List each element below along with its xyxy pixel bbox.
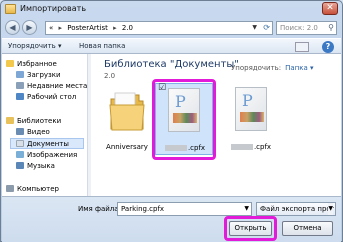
sidebar-label: Документы	[27, 140, 69, 148]
selection-highlight	[152, 79, 216, 160]
sidebar-label: Музыка	[27, 162, 55, 170]
blurred-name	[230, 144, 253, 150]
address-overflow-icon[interactable]: «	[49, 24, 53, 32]
file-label: .cpfx	[221, 143, 281, 151]
arrange-dropdown[interactable]: Папка ▾	[285, 64, 313, 72]
sidebar-label: Компьютер	[17, 185, 59, 193]
close-button[interactable]: ✕	[322, 2, 338, 15]
libraries-icon	[6, 117, 14, 124]
arrange-by: Упорядочить: Папка ▾	[231, 64, 314, 72]
thumbnail-photos-icon	[240, 112, 264, 122]
sidebar-label: Библиотеки	[17, 117, 62, 125]
refresh-icon[interactable]: ⟳	[263, 22, 270, 34]
filename-label: Имя файла:	[78, 205, 121, 213]
chevron-right-icon[interactable]: ▸	[113, 24, 117, 32]
folder-item[interactable]: Anniversary	[97, 83, 157, 155]
navigation-bar: ◀ ▶ « ▸ PosterArtist ▸ 2.0 ▼ ⟳ Поиск: 2.…	[1, 18, 342, 38]
filename-input[interactable]: Parking.cpfx ▼	[117, 202, 252, 216]
sidebar-item-favorites[interactable]: Избранное	[6, 59, 57, 70]
forward-button[interactable]: ▶	[22, 20, 37, 35]
search-icon[interactable]: ⚲	[328, 22, 334, 34]
sidebar-item-video[interactable]: Видео	[16, 127, 50, 138]
import-dialog: Импортировать ✕ ◀ ▶ « ▸ PosterArtist ▸ 2…	[0, 0, 343, 242]
documents-icon	[16, 140, 24, 147]
title-bar: Импортировать ✕	[1, 1, 342, 18]
chevron-down-icon[interactable]: ▼	[328, 203, 333, 215]
star-icon	[6, 60, 14, 67]
command-toolbar: Упорядочить ▾ Новая папка ?	[2, 38, 341, 54]
sidebar-label: Избранное	[17, 60, 57, 68]
chevron-down-icon[interactable]: ▼	[244, 203, 249, 215]
organize-button[interactable]: Упорядочить ▾	[8, 42, 62, 50]
downloads-icon	[16, 71, 24, 78]
sidebar-label: Рабочий стол	[27, 93, 77, 101]
chevron-down-icon[interactable]: ▼	[252, 22, 257, 34]
sidebar-item-downloads[interactable]: Загрузки	[16, 70, 61, 81]
file-type-select[interactable]: Файл экспорта программы Р ▼	[256, 202, 336, 216]
chevron-right-icon[interactable]: ▸	[59, 24, 63, 32]
computer-icon	[6, 185, 14, 192]
posterartist-logo-icon: P	[242, 91, 253, 110]
file-label: Anniversary	[106, 143, 148, 151]
navigation-pane: Избранное Загрузки Недавние места Рабочи…	[2, 54, 88, 196]
folder-icon	[109, 92, 145, 131]
back-button[interactable]: ◀	[5, 20, 20, 35]
file-type-value: Файл экспорта программы Р	[260, 205, 335, 213]
search-placeholder: Поиск: 2.0	[280, 24, 318, 32]
sidebar-item-desktop[interactable]: Рабочий стол	[16, 92, 76, 103]
sidebar-item-computer[interactable]: Компьютер	[6, 184, 59, 195]
window-title: Импортировать	[20, 4, 87, 13]
folder-icon	[5, 4, 16, 14]
breadcrumb-version[interactable]: 2.0	[122, 24, 133, 32]
sidebar-item-documents[interactable]: Документы	[10, 138, 84, 149]
sidebar-label: Изображения	[27, 151, 78, 159]
sidebar-label: Недавние места	[27, 82, 88, 90]
library-title: Библиотека "Документы"	[104, 59, 239, 70]
view-options-icon[interactable]	[295, 42, 309, 52]
desktop-icon	[16, 93, 24, 100]
search-input[interactable]: Поиск: 2.0 ⚲	[276, 21, 337, 35]
sidebar-item-music[interactable]: Музыка	[16, 161, 55, 172]
filename-value: Parking.cpfx	[121, 205, 165, 213]
dialog-footer: Имя файла: Parking.cpfx ▼ Файл экспорта …	[2, 196, 341, 242]
arrange-label: Упорядочить:	[231, 64, 282, 72]
music-icon	[16, 162, 24, 169]
images-icon	[16, 151, 24, 158]
open-highlight	[224, 216, 277, 241]
sidebar-label: Загрузки	[27, 71, 61, 79]
sidebar-label: Видео	[27, 128, 50, 136]
file-list-pane: Библиотека "Документы" 2.0 Упорядочить: П…	[91, 54, 341, 196]
document-item[interactable]: P .cpfx	[221, 83, 281, 155]
cancel-button[interactable]: Отмена	[282, 221, 333, 236]
sidebar-item-libraries[interactable]: Библиотеки	[6, 116, 61, 127]
new-folder-button[interactable]: Новая папка	[79, 42, 125, 50]
sidebar-item-recent[interactable]: Недавние места	[16, 81, 87, 92]
video-icon	[16, 128, 24, 135]
document-icon: P	[235, 87, 267, 131]
library-subtitle: 2.0	[104, 72, 116, 80]
address-bar[interactable]: « ▸ PosterArtist ▸ 2.0 ▼ ⟳	[45, 21, 273, 35]
sidebar-item-images[interactable]: Изображения	[16, 150, 77, 161]
help-icon[interactable]: ?	[322, 41, 334, 53]
breadcrumb-posterartist[interactable]: PosterArtist	[67, 24, 108, 32]
recent-places-icon	[16, 82, 24, 89]
